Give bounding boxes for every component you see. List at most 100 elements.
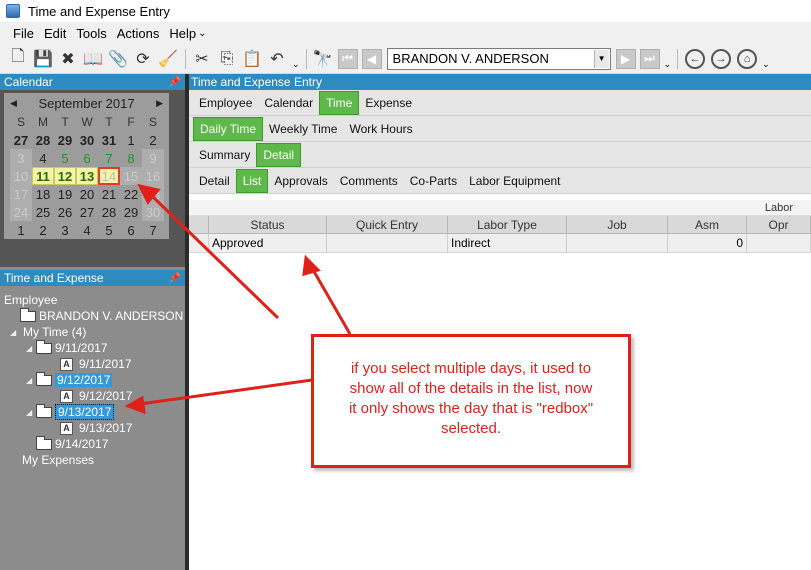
pin-icon[interactable]: 📌: [169, 273, 181, 284]
undo-icon[interactable]: ↶: [265, 47, 289, 71]
next-month-icon[interactable]: ▶: [156, 98, 163, 109]
tree-my-expenses[interactable]: My Expenses: [0, 452, 185, 468]
menu-edit[interactable]: Edit: [39, 26, 71, 41]
col-header-opr[interactable]: Opr: [747, 216, 811, 233]
calendar-day[interactable]: 28: [98, 203, 120, 221]
tab-co-parts[interactable]: Co-Parts: [404, 170, 463, 192]
calendar-day[interactable]: 2: [142, 131, 164, 149]
row-indicator[interactable]: [189, 234, 209, 252]
calendar-day[interactable]: 10: [10, 167, 32, 185]
tree-entry-node[interactable]: A 9/13/2017: [0, 420, 185, 436]
calendar-day[interactable]: 30: [76, 131, 98, 149]
cell-labor-type[interactable]: Indirect: [448, 234, 567, 252]
first-icon[interactable]: ⏮: [337, 48, 358, 69]
tab-weekly-time[interactable]: Weekly Time: [263, 118, 343, 140]
calendar-day[interactable]: 21: [98, 185, 120, 203]
new-icon[interactable]: 🗋: [6, 47, 30, 71]
menu-tools[interactable]: Tools: [71, 26, 111, 41]
tree-employee-root[interactable]: Employee: [0, 292, 185, 308]
expand-arrow-icon[interactable]: ◢: [26, 376, 36, 385]
tab-employee[interactable]: Employee: [193, 92, 258, 114]
delete-icon[interactable]: ✖: [56, 47, 80, 71]
tab-time[interactable]: Time: [319, 90, 360, 115]
attach-icon[interactable]: 📎: [106, 47, 130, 71]
home-dropdown-icon[interactable]: ⌄: [762, 59, 770, 73]
tab-work-hours[interactable]: Work Hours: [343, 118, 418, 140]
calendar-day[interactable]: 1: [120, 131, 142, 149]
paste-icon[interactable]: 📋: [240, 47, 264, 71]
menu-overflow-icon[interactable]: ⌄: [198, 28, 206, 39]
search-icon[interactable]: 🔭: [311, 47, 335, 71]
employee-select[interactable]: BRANDON V. ANDERSON ▼: [386, 47, 611, 70]
calendar-day[interactable]: 29: [54, 131, 76, 149]
tab-calendar[interactable]: Calendar: [258, 92, 319, 114]
calendar-day[interactable]: 25: [32, 203, 54, 221]
copy-icon[interactable]: ⎘: [215, 47, 239, 71]
calendar-day[interactable]: 31: [98, 131, 120, 149]
calendar-day[interactable]: 22: [120, 185, 142, 203]
calendar-day[interactable]: 27: [76, 203, 98, 221]
book-icon[interactable]: 📖: [81, 47, 105, 71]
tree-entry-node[interactable]: A 9/11/2017: [0, 356, 185, 372]
calendar-day[interactable]: 7: [142, 221, 164, 239]
tab-comments[interactable]: Comments: [334, 170, 404, 192]
cell-job[interactable]: [567, 234, 668, 252]
calendar-day[interactable]: 23: [142, 185, 164, 203]
cut-icon[interactable]: ✂: [190, 47, 214, 71]
calendar-day[interactable]: 24: [10, 203, 32, 221]
tab-detail[interactable]: Detail: [256, 142, 302, 167]
calendar-day[interactable]: 30: [142, 203, 164, 221]
menu-file[interactable]: File: [8, 26, 39, 41]
tab-list[interactable]: List: [235, 168, 269, 193]
calendar-day[interactable]: 4: [32, 149, 54, 167]
calendar-day[interactable]: 29: [120, 203, 142, 221]
expand-arrow-icon[interactable]: ◢: [26, 344, 36, 353]
calendar-day-redbox[interactable]: 14: [98, 167, 120, 185]
calendar-day[interactable]: 17: [10, 185, 32, 203]
col-header-status[interactable]: Status: [209, 216, 327, 233]
tab-expense[interactable]: Expense: [359, 92, 418, 114]
calendar-day[interactable]: 28: [32, 131, 54, 149]
expand-arrow-icon[interactable]: ◢: [10, 328, 20, 337]
calendar-day[interactable]: 6: [76, 149, 98, 167]
menu-actions[interactable]: Actions: [112, 26, 165, 41]
expand-arrow-icon[interactable]: ◢: [26, 408, 36, 417]
menu-help[interactable]: Help: [164, 26, 201, 41]
calendar-day[interactable]: 16: [142, 167, 164, 185]
calendar-day[interactable]: 8: [120, 149, 142, 167]
prev-month-icon[interactable]: ◀: [10, 98, 17, 109]
tree-entry-node[interactable]: A 9/12/2017: [0, 388, 185, 404]
forward-icon[interactable]: →: [711, 48, 732, 69]
calendar-day[interactable]: 20: [76, 185, 98, 203]
tab-labor-equipment[interactable]: Labor Equipment: [463, 170, 566, 192]
tab-summary[interactable]: Summary: [193, 144, 256, 166]
tab-approvals[interactable]: Approvals: [268, 170, 333, 192]
calendar-day[interactable]: 3: [10, 149, 32, 167]
cell-status[interactable]: Approved: [209, 234, 327, 252]
undo-dropdown-icon[interactable]: ⌄: [292, 59, 300, 73]
cell-asm[interactable]: 0: [668, 234, 747, 252]
calendar-day[interactable]: 5: [98, 221, 120, 239]
pin-icon[interactable]: 📌: [169, 77, 181, 88]
tree-date-node[interactable]: 9/14/2017: [0, 435, 185, 452]
table-row[interactable]: Approved Indirect 0: [189, 234, 811, 253]
calendar-day[interactable]: 9: [142, 149, 164, 167]
calendar-day[interactable]: 1: [10, 221, 32, 239]
calendar-day[interactable]: 3: [54, 221, 76, 239]
tree-date-node[interactable]: ◢ 9/11/2017: [0, 339, 185, 356]
col-header-labor-type[interactable]: Labor Type: [448, 216, 567, 233]
clear-icon[interactable]: 🧹: [156, 47, 180, 71]
last-icon[interactable]: ⏭: [639, 48, 660, 69]
tree-my-time[interactable]: ◢ My Time (4): [0, 324, 185, 340]
prev-icon[interactable]: ◀: [361, 48, 382, 69]
calendar-day[interactable]: 27: [10, 131, 32, 149]
home-icon[interactable]: ⌂: [737, 48, 758, 69]
back-icon[interactable]: ←: [685, 48, 706, 69]
calendar-day[interactable]: 18: [32, 185, 54, 203]
cell-opr[interactable]: [747, 234, 811, 252]
calendar-day[interactable]: 12: [54, 167, 76, 185]
tab-daily-time[interactable]: Daily Time: [193, 116, 264, 141]
calendar-day[interactable]: 6: [120, 221, 142, 239]
calendar-day[interactable]: 11: [32, 167, 54, 185]
calendar-day[interactable]: 19: [54, 185, 76, 203]
